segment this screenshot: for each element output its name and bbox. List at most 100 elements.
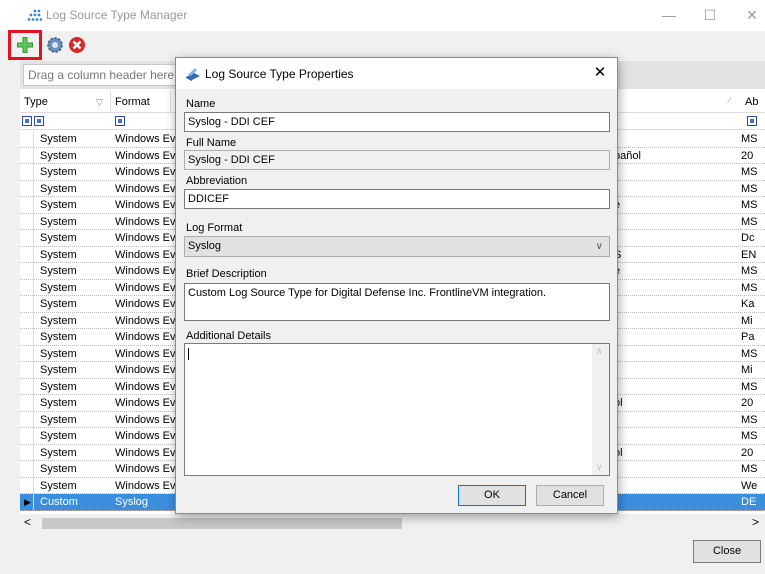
row-indicator (20, 378, 34, 395)
row-indicator (20, 477, 34, 494)
abbreviation-cell: We (741, 479, 758, 492)
format-cell: Windows Ev (115, 133, 175, 145)
brief-description-field[interactable]: Custom Log Source Type for Digital Defen… (184, 283, 610, 321)
chevron-down-icon: ∨ (595, 241, 603, 252)
scroll-up-icon[interactable]: ∧ (596, 346, 603, 357)
middle-cell: ol (614, 446, 623, 459)
type-cell: System (40, 446, 77, 459)
row-indicator (20, 164, 34, 180)
close-button[interactable]: Close (693, 540, 761, 563)
abbreviation-cell: Pa (741, 331, 755, 343)
maximize-button[interactable]: ☐ (695, 4, 725, 26)
column-header-format[interactable]: Format (111, 91, 171, 113)
filter-icon[interactable]: ▽ (96, 91, 103, 113)
format-cell: Windows Ev (115, 430, 175, 442)
type-cell: System (40, 347, 77, 360)
middle-cell: e (614, 197, 714, 213)
full-name-field[interactable]: Syslog - DDI CEF (184, 150, 610, 170)
type-cell: System (40, 149, 77, 162)
column-header-abbreviation[interactable]: Ab (741, 91, 765, 113)
scroll-thumb[interactable] (42, 518, 402, 529)
horizontal-scrollbar[interactable]: < > (20, 514, 765, 532)
filter-format-checkbox[interactable] (115, 116, 125, 126)
format-cell: Syslog (115, 496, 149, 508)
details-vertical-scrollbar[interactable]: ∧ ∨ (592, 344, 609, 475)
type-cell: System (40, 331, 77, 343)
window-close-button[interactable]: ✕ (737, 4, 765, 26)
type-cell: Custom (40, 496, 78, 508)
type-cell: System (40, 199, 77, 211)
name-field[interactable]: Syslog - DDI CEF (184, 112, 610, 132)
full-name-label: Full Name (186, 137, 237, 149)
format-cell: Windows Ev (115, 397, 175, 409)
row-indicator: ▶ (20, 494, 34, 510)
format-cell: Windows Ev (115, 314, 175, 327)
row-indicator (20, 180, 34, 197)
scroll-left-icon[interactable]: < (24, 515, 31, 529)
middle-cell: S (614, 247, 714, 263)
type-cell: System (40, 479, 77, 492)
gear-icon[interactable] (46, 36, 64, 54)
row-indicator (20, 213, 34, 230)
filter-abbreviation-checkbox[interactable] (747, 116, 757, 126)
app-icon (27, 9, 42, 21)
row-indicator (20, 197, 34, 213)
row-indicator (20, 395, 34, 411)
row-indicator (20, 444, 34, 461)
additional-details-label: Additional Details (186, 330, 271, 342)
additional-details-field[interactable]: ∧ ∨ (184, 343, 610, 476)
type-cell: System (40, 430, 77, 442)
cancel-button[interactable]: Cancel (536, 485, 604, 506)
format-cell: Windows Ev (115, 446, 175, 459)
row-indicator (20, 263, 34, 279)
minimize-button[interactable]: — (654, 4, 684, 26)
format-cell: Windows Ev (115, 364, 175, 376)
type-cell: System (40, 463, 77, 475)
row-indicator (20, 428, 34, 444)
abbreviation-cell: MS (741, 430, 758, 442)
window-title: Log Source Type Manager (46, 8, 188, 22)
row-indicator (20, 329, 34, 345)
scroll-down-icon[interactable]: ∨ (596, 462, 603, 473)
log-source-icon (186, 68, 200, 81)
type-cell: System (40, 232, 77, 244)
column-header-type[interactable]: Type ▽ (20, 91, 111, 113)
delete-icon[interactable] (68, 36, 86, 54)
filter-editor-icon[interactable] (22, 116, 32, 126)
resize-icon: ⁄ (729, 95, 731, 105)
dialog-title: Log Source Type Properties (205, 67, 354, 81)
log-format-select[interactable]: Syslog ∨ (184, 236, 610, 257)
abbreviation-cell: MS (741, 347, 758, 360)
dialog-close-button[interactable]: ✕ (590, 63, 610, 81)
row-indicator (20, 345, 34, 362)
row-indicator (20, 147, 34, 164)
filter-type-checkbox[interactable] (34, 116, 44, 126)
scroll-right-icon[interactable]: > (752, 515, 759, 529)
type-cell: System (40, 314, 77, 327)
format-cell: Windows Ev (115, 199, 175, 211)
type-cell: System (40, 133, 77, 145)
format-cell: Windows Ev (115, 413, 175, 426)
abbreviation-cell: 20 (741, 149, 754, 162)
format-cell: Windows Ev (115, 281, 175, 294)
abbreviation-label: Abbreviation (186, 175, 248, 187)
format-cell: Windows Ev (115, 166, 175, 178)
row-indicator (20, 230, 34, 246)
type-cell: System (40, 182, 77, 195)
column-header-label: Format (115, 96, 150, 108)
abbreviation-cell: MS (741, 413, 758, 426)
log-source-type-properties-dialog: Log Source Type Properties ✕ Name Syslog… (175, 57, 618, 514)
title-bar: Log Source Type Manager — ☐ ✕ (0, 0, 765, 31)
abbreviation-cell: MS (741, 215, 758, 228)
abbreviation-cell: Mi (741, 314, 753, 327)
row-indicator (20, 131, 34, 147)
abbreviation-field[interactable]: DDICEF (184, 189, 610, 209)
type-cell: System (40, 380, 77, 393)
ok-button[interactable]: OK (458, 485, 526, 506)
format-cell: Windows Ev (115, 463, 175, 475)
format-cell: Windows Ev (115, 215, 175, 228)
dialog-title-bar: Log Source Type Properties ✕ (176, 58, 617, 89)
type-cell: System (40, 265, 77, 277)
brief-description-label: Brief Description (186, 268, 267, 280)
name-label: Name (186, 98, 216, 110)
